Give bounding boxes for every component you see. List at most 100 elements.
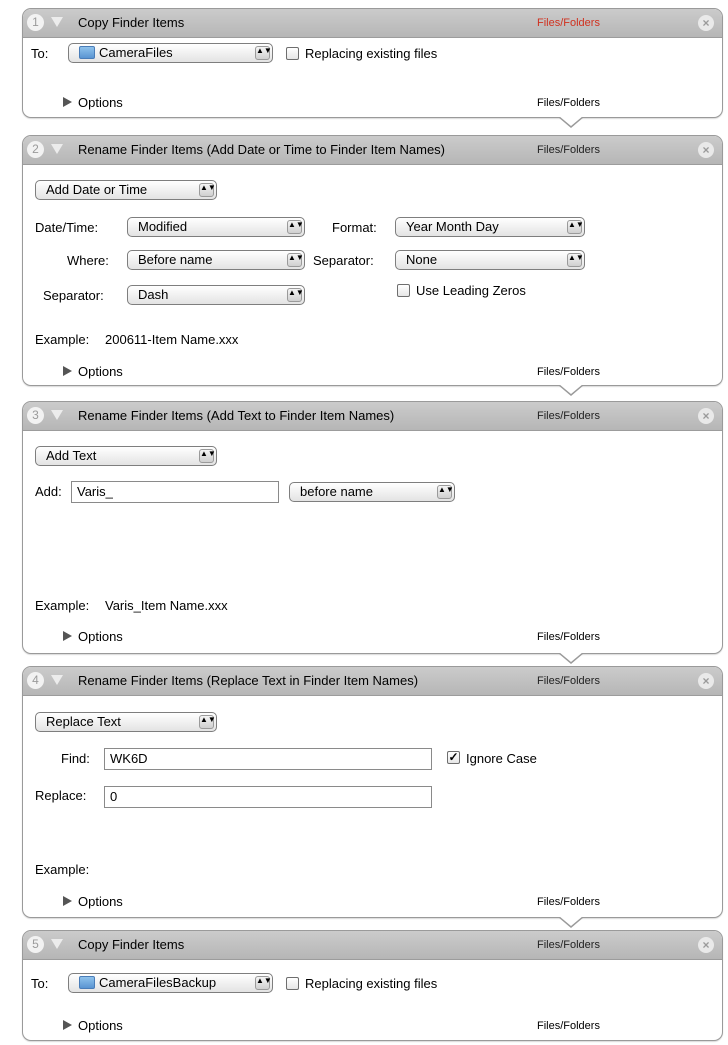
action-header[interactable]: 5 Copy Finder Items Files/Folders × — [23, 931, 722, 960]
ignore-case-label: Ignore Case — [466, 751, 537, 766]
options-disclosure-icon[interactable] — [63, 366, 72, 376]
options-disclosure-icon[interactable] — [63, 631, 72, 641]
collapse-triangle-icon[interactable] — [51, 939, 63, 949]
close-icon[interactable]: × — [698, 937, 714, 953]
destination-folder-value: CameraFilesBackup — [99, 975, 217, 990]
action-5-copy-finder-items: 5 Copy Finder Items Files/Folders × To: … — [22, 930, 723, 1041]
collapse-triangle-icon[interactable] — [51, 17, 63, 27]
find-label: Find: — [61, 751, 90, 766]
rename-mode-popup[interactable]: Add Text ▲▼ — [35, 446, 217, 466]
add-text-field[interactable]: Varis_ — [71, 481, 279, 503]
connector-notch-fill — [559, 652, 583, 662]
action-title: Rename Finder Items (Add Text to Finder … — [78, 408, 395, 423]
replace-label: Replace: — [35, 788, 87, 803]
popup-arrows-icon: ▲▼ — [199, 449, 216, 463]
close-icon[interactable]: × — [698, 15, 714, 31]
folder-icon — [79, 46, 95, 59]
options-label[interactable]: Options — [78, 1018, 123, 1033]
options-disclosure-icon[interactable] — [63, 1020, 72, 1030]
where-label: Where: — [67, 253, 109, 268]
example-label: Example: — [35, 598, 90, 613]
rename-mode-value: Replace Text — [46, 714, 121, 729]
options-label[interactable]: Options — [78, 364, 123, 379]
action-number-badge: 4 — [27, 672, 44, 689]
action-category: Files/Folders — [537, 144, 600, 156]
example-value: 200611-Item Name.xxx — [105, 332, 239, 347]
use-leading-zeros-checkbox[interactable] — [397, 284, 410, 297]
date-time-label: Date/Time: — [35, 220, 99, 235]
separator-label: Separator: — [313, 253, 374, 268]
format-value: Year Month Day — [406, 219, 499, 234]
popup-arrows-icon: ▲▼ — [199, 183, 216, 197]
connector-notch-fill — [559, 384, 583, 394]
replacing-existing-files-label: Replacing existing files — [305, 976, 438, 991]
replacing-existing-files-checkbox[interactable] — [286, 977, 299, 990]
action-title: Copy Finder Items — [78, 937, 185, 952]
add-label: Add: — [35, 484, 62, 499]
connector-notch-fill — [559, 916, 583, 926]
ignore-case-checkbox[interactable]: ✓ — [447, 751, 460, 764]
collapse-triangle-icon[interactable] — [51, 410, 63, 420]
options-label[interactable]: Options — [78, 629, 123, 644]
date-time-popup[interactable]: Modified ▲▼ — [127, 217, 305, 237]
action-number-badge: 1 — [27, 14, 44, 31]
options-label[interactable]: Options — [78, 894, 123, 909]
action-header[interactable]: 1 Copy Finder Items Files/Folders × — [23, 9, 722, 38]
action-header[interactable]: 2 Rename Finder Items (Add Date or Time … — [23, 136, 722, 165]
action-category: Files/Folders — [537, 939, 600, 951]
text-position-popup[interactable]: before name ▲▼ — [289, 482, 455, 502]
rename-mode-popup[interactable]: Replace Text ▲▼ — [35, 712, 217, 732]
where-popup[interactable]: Before name ▲▼ — [127, 250, 305, 270]
options-label[interactable]: Options — [78, 95, 123, 110]
use-leading-zeros-label: Use Leading Zeros — [416, 283, 526, 298]
action-category: Files/Folders — [537, 17, 600, 29]
popup-arrows-icon: ▲▼ — [567, 253, 584, 267]
action-header[interactable]: 3 Rename Finder Items (Add Text to Finde… — [23, 402, 722, 431]
example-label: Example: — [35, 862, 90, 877]
format-label: Format: — [332, 220, 377, 235]
action-number-badge: 3 — [27, 407, 44, 424]
separator-label-2: Separator: — [43, 288, 104, 303]
footer-category: Files/Folders — [537, 97, 600, 109]
folder-icon — [79, 976, 95, 989]
find-text-field[interactable]: WK6D — [104, 748, 432, 770]
collapse-triangle-icon[interactable] — [51, 144, 63, 154]
rename-mode-value: Add Text — [46, 448, 97, 463]
replace-text-field[interactable]: 0 — [104, 786, 432, 808]
separator-value-2: Dash — [138, 287, 169, 302]
rename-mode-value: Add Date or Time — [46, 182, 148, 197]
close-icon[interactable]: × — [698, 408, 714, 424]
example-value: Varis_Item Name.xxx — [105, 598, 228, 613]
replacing-existing-files-checkbox[interactable] — [286, 47, 299, 60]
popup-arrows-icon: ▲▼ — [437, 485, 454, 499]
close-icon[interactable]: × — [698, 673, 714, 689]
action-number-badge: 5 — [27, 936, 44, 953]
example-label: Example: — [35, 332, 90, 347]
popup-arrows-icon: ▲▼ — [255, 46, 272, 60]
rename-mode-popup[interactable]: Add Date or Time ▲▼ — [35, 180, 217, 200]
action-title: Rename Finder Items (Add Date or Time to… — [78, 142, 446, 157]
action-title: Rename Finder Items (Replace Text in Fin… — [78, 673, 419, 688]
action-header[interactable]: 4 Rename Finder Items (Replace Text in F… — [23, 667, 722, 696]
destination-folder-popup[interactable]: CameraFilesBackup ▲▼ — [68, 973, 273, 993]
separator-popup[interactable]: None ▲▼ — [395, 250, 585, 270]
format-popup[interactable]: Year Month Day ▲▼ — [395, 217, 585, 237]
separator-popup-2[interactable]: Dash ▲▼ — [127, 285, 305, 305]
destination-folder-popup[interactable]: CameraFiles ▲▼ — [68, 43, 273, 63]
date-time-value: Modified — [138, 219, 188, 234]
footer-category: Files/Folders — [537, 366, 600, 378]
replacing-existing-files-label: Replacing existing files — [305, 46, 438, 61]
popup-arrows-icon: ▲▼ — [287, 288, 304, 302]
action-1-copy-finder-items: 1 Copy Finder Items Files/Folders × To: … — [22, 8, 723, 118]
text-position-value: before name — [300, 484, 373, 499]
to-label: To: — [31, 976, 49, 991]
action-3-add-text: 3 Rename Finder Items (Add Text to Finde… — [22, 401, 723, 654]
options-disclosure-icon[interactable] — [63, 896, 72, 906]
action-title: Copy Finder Items — [78, 15, 185, 30]
destination-folder-value: CameraFiles — [99, 45, 173, 60]
popup-arrows-icon: ▲▼ — [255, 976, 272, 990]
close-icon[interactable]: × — [698, 142, 714, 158]
collapse-triangle-icon[interactable] — [51, 675, 63, 685]
options-disclosure-icon[interactable] — [63, 97, 72, 107]
where-value: Before name — [138, 252, 213, 267]
